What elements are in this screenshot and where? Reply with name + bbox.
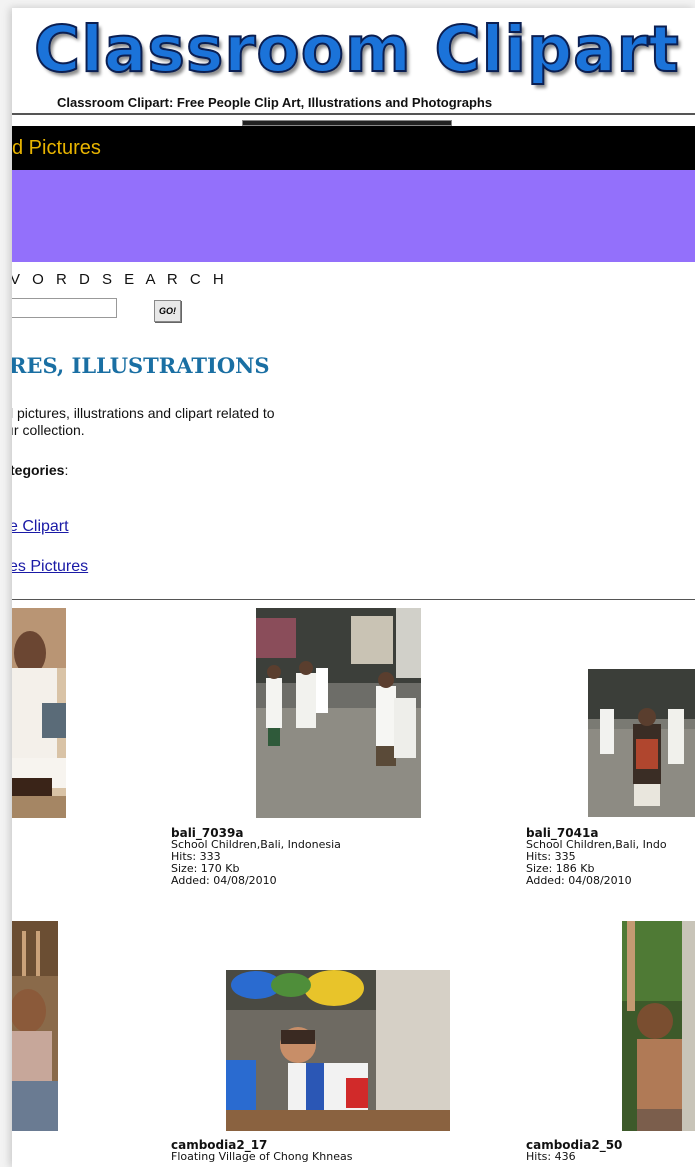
- site-logo[interactable]: Classroom Clipart: [33, 10, 680, 90]
- gallery-photo[interactable]: [12, 608, 66, 818]
- intro-text: l pictures, illustrations and clipart re…: [12, 405, 275, 439]
- gallery-photo[interactable]: [622, 921, 695, 1131]
- nav-bar: d Pictures: [12, 126, 695, 170]
- gallery-photo[interactable]: [226, 970, 450, 1131]
- intro-line: ır collection.: [12, 422, 85, 438]
- page: Classroom Clipart Classroom Clipart: Fre…: [12, 8, 695, 1167]
- go-button[interactable]: GO!: [154, 300, 181, 322]
- site-tagline: Classroom Clipart: Free People Clip Art,…: [57, 95, 493, 110]
- gallery-caption: bali_7041a School Children,Bali, Indo Hi…: [526, 827, 667, 887]
- photo-added: Added: 04/08/2010: [526, 874, 632, 887]
- gallery-photo[interactable]: [588, 669, 695, 817]
- gallery-photo[interactable]: [256, 608, 421, 818]
- banner-area: [12, 170, 695, 262]
- categories-colon: :: [64, 462, 69, 478]
- categories-label: tegories:: [12, 462, 68, 478]
- gallery-caption: cambodia2_50 Hits: 436: [526, 1139, 622, 1163]
- photo-added: Added: 04/08/2010: [171, 874, 277, 887]
- gallery-caption: cambodia2_17 Floating Village of Chong K…: [171, 1139, 352, 1163]
- search-input[interactable]: [12, 298, 117, 318]
- categories-label-text: tegories: [12, 462, 65, 478]
- photo-description: Floating Village of Chong Khneas: [171, 1150, 353, 1163]
- photo-description: Hits: 436: [526, 1150, 576, 1163]
- category-link-clipart[interactable]: e Clipart: [12, 518, 69, 536]
- gallery-photo[interactable]: [12, 921, 58, 1131]
- header-divider: [12, 113, 695, 115]
- gallery-caption: bali_7039a School Children,Bali, Indones…: [171, 827, 341, 887]
- search-label: V O R D S E A R C H: [12, 271, 228, 288]
- category-link-pictures[interactable]: es Pictures: [12, 558, 88, 576]
- intro-line: l pictures, illustrations and clipart re…: [12, 405, 275, 421]
- nav-title: d Pictures: [12, 137, 101, 159]
- page-heading: RES, ILLUSTRATIONS: [12, 353, 270, 378]
- section-divider: [12, 599, 695, 600]
